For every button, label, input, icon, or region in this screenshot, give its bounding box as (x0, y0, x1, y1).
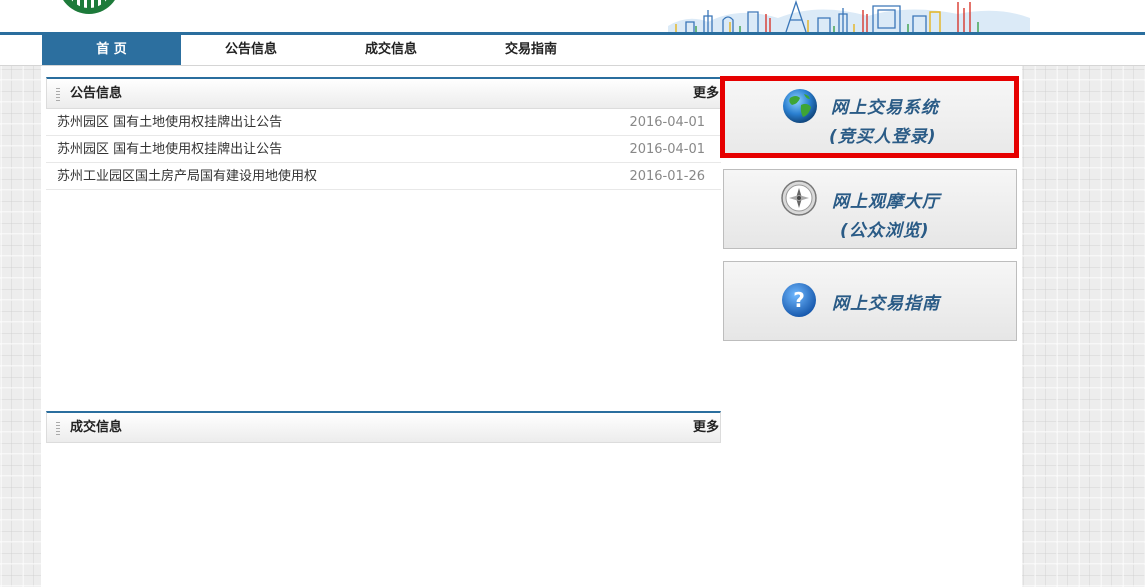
announcements-more-link[interactable]: 更多 (693, 79, 719, 109)
svg-text:?: ? (793, 288, 805, 312)
help-icon: ? (782, 283, 816, 317)
announcements-list: 苏州园区 国有土地使用权挂牌出让公告 2016-04-01 苏州园区 国有土地使… (46, 109, 721, 190)
online-watch-hall-button[interactable]: 网上观摩大厅 (公众浏览) (723, 169, 1017, 249)
notice-title[interactable]: 苏州工业园区国土房产局国有建设用地使用权 (57, 163, 317, 190)
deals-more-link[interactable]: 更多 (693, 413, 719, 443)
globe-icon (783, 89, 817, 123)
online-trading-guide-button[interactable]: ? 网上交易指南 (723, 261, 1017, 341)
online-trading-system-sublabel: (竞买人登录) (829, 127, 937, 147)
city-skyline-banner (668, 0, 1030, 32)
online-trading-system-label: 网上交易系统 (831, 98, 939, 118)
logo-icon (58, 0, 120, 14)
nav-announcements[interactable]: 公告信息 (181, 35, 321, 65)
nav-deals[interactable]: 成交信息 (321, 35, 461, 65)
online-watch-hall-sublabel: (公众浏览) (840, 221, 930, 241)
deals-header: 成交信息 更多 (46, 411, 721, 443)
list-item[interactable]: 苏州园区 国有土地使用权挂牌出让公告 2016-04-01 (46, 136, 721, 163)
notice-date: 2016-04-01 (629, 142, 705, 157)
nav-trading-guide[interactable]: 交易指南 (461, 35, 601, 65)
site-header (0, 0, 1145, 32)
list-item[interactable]: 苏州工业园区国土房产局国有建设用地使用权 2016-01-26 (46, 163, 721, 190)
online-trading-guide-label: 网上交易指南 (832, 294, 940, 314)
notice-date: 2016-01-26 (629, 169, 705, 184)
list-item[interactable]: 苏州园区 国有土地使用权挂牌出让公告 2016-04-01 (46, 109, 721, 136)
announcements-header: 公告信息 更多 (46, 77, 721, 109)
deals-section: 成交信息 更多 (46, 411, 721, 443)
nav-home[interactable]: 首 页 (42, 35, 181, 65)
online-trading-system-button[interactable]: 网上交易系统 (竞买人登录) (720, 76, 1019, 158)
main-nav: 首 页 公告信息 成交信息 交易指南 (0, 35, 1145, 66)
announcements-section: 公告信息 更多 苏州园区 国有土地使用权挂牌出让公告 2016-04-01 苏州… (46, 77, 721, 190)
notice-title[interactable]: 苏州园区 国有土地使用权挂牌出让公告 (57, 136, 282, 163)
announcements-title: 公告信息 (70, 86, 123, 101)
compass-icon (781, 180, 817, 216)
grip-icon (56, 421, 60, 435)
deals-title: 成交信息 (70, 420, 123, 435)
notice-date: 2016-04-01 (629, 115, 705, 130)
notice-title[interactable]: 苏州园区 国有土地使用权挂牌出让公告 (57, 109, 282, 136)
online-watch-hall-label: 网上观摩大厅 (832, 192, 940, 212)
grip-icon (56, 87, 60, 101)
